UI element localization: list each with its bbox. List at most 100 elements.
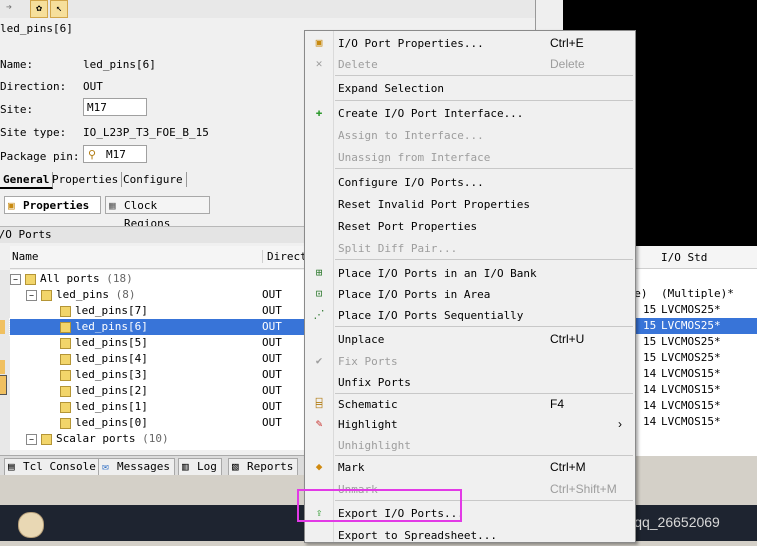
collapse-icon[interactable]: −: [26, 289, 37, 301]
menu-item-label: Unassign from Interface: [338, 151, 491, 164]
site-field[interactable]: M17: [83, 98, 147, 116]
menu-separator: [335, 168, 633, 169]
table-row[interactable]: led_pins[4] OUT: [10, 351, 305, 367]
console-icon: ▤: [8, 460, 15, 473]
menu-item-shortcut: F4: [550, 397, 565, 411]
package-pin-field[interactable]: ⚲ M17: [83, 145, 147, 163]
tab-properties[interactable]: Properties: [49, 172, 123, 187]
table-row[interactable]: 14 LVCMOS15*: [635, 414, 757, 430]
menu-item-label: Unfix Ports: [338, 376, 411, 389]
table-row[interactable]: led_pins[7] OUT: [10, 303, 305, 319]
menu-item-unhighlight[interactable]: Unhighlight: [305, 435, 635, 456]
port-name: led_pins[7]: [75, 304, 148, 317]
place-bank-icon: ⊞: [315, 266, 323, 279]
paint-app-icon[interactable]: [18, 512, 44, 538]
menu-item-io-port-properties[interactable]: ▣ I/O Port Properties... Ctrl+E: [305, 33, 635, 54]
table-row-selected[interactable]: led_pins[6] OUT: [9, 318, 306, 336]
tab-log[interactable]: ▥ Log: [178, 458, 222, 476]
menu-item-fix-ports[interactable]: ✔ Fix Ports: [305, 351, 635, 372]
menu-item-label: Unplace: [338, 333, 385, 346]
menu-item-mark[interactable]: ◆ Mark Ctrl+M: [305, 457, 635, 478]
menu-item-unfix-ports[interactable]: Unfix Ports: [305, 372, 635, 393]
table-row[interactable]: 14 LVCMOS15*: [635, 398, 757, 414]
side-tool-icon[interactable]: [0, 320, 5, 334]
tree-row-scalar-ports[interactable]: − Scalar ports (10): [10, 431, 305, 447]
menu-item-label: Export to Spreadsheet...: [338, 529, 497, 542]
port-name: led_pins[6]: [75, 320, 148, 333]
menu-item-label: Configure I/O Ports...: [338, 176, 484, 189]
menu-item-expand-selection[interactable]: Expand Selection: [305, 78, 635, 99]
table-row[interactable]: 15 LVCMOS25*: [635, 334, 757, 350]
port-direction: OUT: [262, 336, 282, 349]
col-io-std[interactable]: I/O Std: [661, 251, 707, 264]
menu-item-configure-ports[interactable]: Configure I/O Ports...: [305, 172, 635, 193]
messages-icon: ✉: [102, 460, 109, 473]
table-row[interactable]: led_pins[5] OUT: [10, 335, 305, 351]
col-direction[interactable]: Direct: [262, 250, 307, 263]
menu-separator: [335, 75, 633, 76]
menu-item-highlight[interactable]: ✎ Highlight ›: [305, 414, 635, 435]
table-row[interactable]: led_pins[0] OUT: [10, 415, 305, 431]
arrow-right-icon[interactable]: ➔: [1, 0, 17, 16]
table-row[interactable]: led_pins[1] OUT: [10, 399, 305, 415]
table-row[interactable]: led_pins[3] OUT: [10, 367, 305, 383]
io-std-cell: LVCMOS15*: [661, 415, 721, 428]
menu-item-unplace[interactable]: Unplace Ctrl+U: [305, 329, 635, 350]
net-icon[interactable]: ✿: [30, 0, 48, 18]
tab-tcl-console[interactable]: ▤ Tcl Console: [4, 458, 101, 476]
pointer-icon[interactable]: ↖: [50, 0, 68, 18]
general-properties: Name: led_pins[6] Direction: OUT Site: M…: [0, 40, 305, 170]
menu-item-place-sequentially[interactable]: ⋰ Place I/O Ports Sequentially: [305, 305, 635, 326]
menu-item-unassign-interface[interactable]: Unassign from Interface: [305, 147, 635, 168]
table-row-selected[interactable]: 15 LVCMOS25*: [635, 318, 757, 334]
name-value: led_pins[6]: [83, 58, 156, 71]
menu-item-schematic[interactable]: ⌸ Schematic F4: [305, 394, 635, 415]
port-direction: OUT: [262, 352, 282, 365]
table-row[interactable]: 14 LVCMOS15*: [635, 366, 757, 382]
package-pin-value: M17: [106, 148, 126, 161]
table-row[interactable]: 14 LVCMOS15*: [635, 382, 757, 398]
table-row[interactable]: led_pins[2] OUT: [10, 383, 305, 399]
menu-item-label: Place I/O Ports in an I/O Bank: [338, 267, 537, 280]
menu-item-place-in-bank[interactable]: ⊞ Place I/O Ports in an I/O Bank: [305, 263, 635, 284]
tab-sub-properties[interactable]: ▣ Properties: [4, 196, 101, 214]
side-tool-icon[interactable]: [0, 360, 5, 374]
menu-item-export-spreadsheet[interactable]: Export to Spreadsheet...: [305, 525, 635, 546]
menu-item-label: I/O Port Properties...: [338, 37, 484, 50]
menu-item-place-in-area[interactable]: ⊡ Place I/O Ports in Area: [305, 284, 635, 305]
led-pins-count: (8): [115, 288, 136, 301]
site-label: Site:: [0, 103, 34, 116]
tree-row-led-pins[interactable]: − led_pins (8) OUT: [10, 287, 305, 303]
menu-item-delete[interactable]: ✕ Delete Delete: [305, 54, 635, 75]
tab-messages[interactable]: ✉ Messages: [98, 458, 175, 476]
table-row[interactable]: 15 LVCMOS25*: [635, 350, 757, 366]
collapse-icon[interactable]: −: [26, 433, 37, 445]
clock-regions-tab-icon: ▦: [109, 199, 116, 212]
bus-icon: [41, 289, 52, 301]
collapse-icon[interactable]: −: [10, 273, 21, 285]
io-ports-title: I/O Ports: [0, 228, 52, 241]
right-group-row[interactable]: ple) (Multiple)*: [621, 286, 757, 302]
menu-item-split-diff-pair[interactable]: Split Diff Pair...: [305, 238, 635, 259]
side-tool-icon[interactable]: [0, 375, 7, 395]
col-name[interactable]: Name: [12, 250, 39, 263]
menu-item-assign-interface[interactable]: Assign to Interface...: [305, 125, 635, 146]
table-row[interactable]: 15 LVCMOS25*: [635, 302, 757, 318]
io-std-cell: LVCMOS15*: [661, 383, 721, 396]
properties-icon: ▣: [315, 36, 323, 49]
tree-row-all-ports[interactable]: − All ports (18): [10, 271, 305, 287]
tab-configure[interactable]: Configure: [120, 172, 187, 187]
menu-item-reset-invalid[interactable]: Reset Invalid Port Properties: [305, 194, 635, 215]
tab-general[interactable]: General: [0, 172, 54, 189]
port-direction: OUT: [262, 416, 282, 429]
site-type-value: IO_L23P_T3_FOE_B_15: [83, 126, 209, 139]
scalar-ports-label: Scalar ports: [56, 432, 136, 445]
ports-tree: − All ports (18) − led_pins (8) OUT led_pi…: [9, 270, 306, 450]
menu-item-create-interface[interactable]: ✚ Create I/O Port Interface...: [305, 103, 635, 124]
tab-clock-regions[interactable]: ▦ Clock Regions: [105, 196, 210, 230]
port-direction: OUT: [262, 400, 282, 413]
menu-item-reset-port-properties[interactable]: Reset Port Properties: [305, 216, 635, 237]
tab-reports[interactable]: ▧ Reports: [228, 458, 299, 476]
port-icon: [60, 305, 71, 317]
bank-cell: 14: [643, 399, 657, 412]
